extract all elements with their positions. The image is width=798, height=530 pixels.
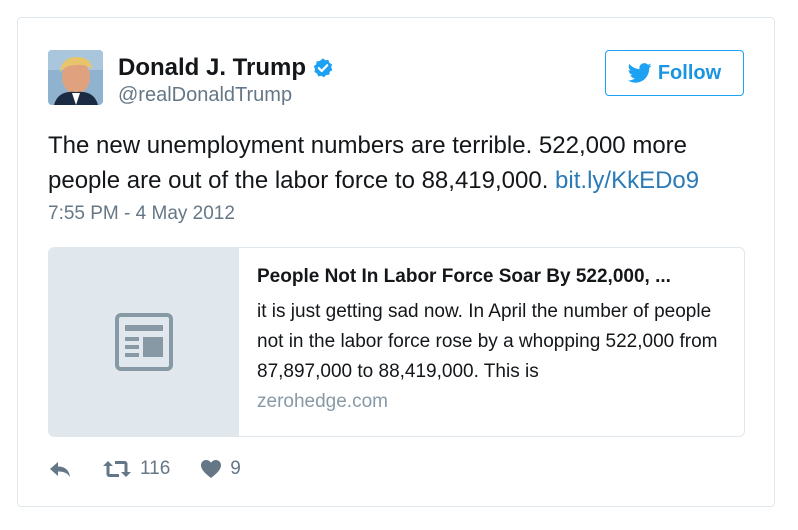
card-body: People Not In Labor Force Soar By 522,00… [239,248,744,436]
avatar[interactable] [48,50,103,105]
author-display-name[interactable]: Donald J. Trump [118,54,306,82]
follow-button-label: Follow [657,61,722,84]
card-thumbnail [49,248,239,436]
twitter-bird-icon [627,63,652,83]
card-domain: zerohedge.com [257,391,388,412]
tweet-actions: 116 9 [48,458,241,480]
author-screen-name[interactable]: @realDonaldTrump [118,84,292,107]
tweet-card: Donald J. Trump @realDonaldTrump Follow … [17,17,775,507]
retweet-button[interactable]: 116 [102,458,170,480]
verified-badge-icon [312,57,334,79]
tweet-text: The new unemployment numbers are terribl… [48,128,748,198]
retweet-icon [103,461,131,477]
like-button[interactable]: 9 [200,458,241,480]
article-icon [115,313,173,371]
avatar-image [48,50,103,105]
author-name-row: Donald J. Trump [118,54,334,82]
heart-icon [201,460,222,478]
card-title: People Not In Labor Force Soar By 522,00… [257,266,671,287]
card-description: it is just getting sad now. In April the… [257,301,718,382]
link-preview-card[interactable]: People Not In Labor Force Soar By 522,00… [48,247,745,437]
tweet-timestamp[interactable]: 7:55 PM - 4 May 2012 [48,203,235,225]
follow-button[interactable]: Follow [605,50,744,96]
like-count: 9 [230,458,241,479]
tweet-link[interactable]: bit.ly/KkEDo9 [555,167,699,194]
reply-icon [50,462,70,477]
reply-button[interactable] [48,459,72,479]
retweet-count: 116 [140,458,171,479]
